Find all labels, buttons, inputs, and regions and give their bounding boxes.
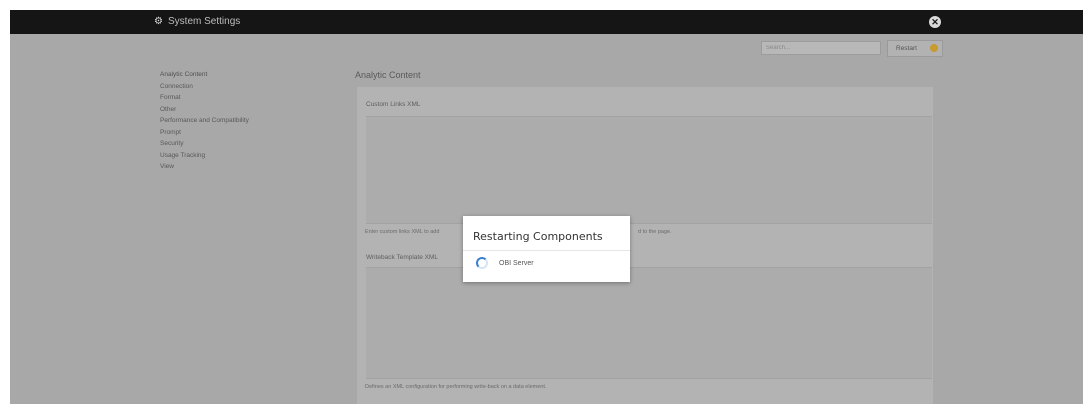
restart-status-icon [930, 44, 938, 52]
close-icon[interactable]: ✕ [929, 16, 941, 28]
writeback-template-help: Defines an XML configuration for perform… [365, 384, 547, 390]
sidebar-item-view[interactable]: View [160, 161, 249, 173]
app-window: ⚙ System Settings ✕ Restart Analytic Con… [10, 10, 1083, 404]
sidebar-item-performance[interactable]: Performance and Compatibility [160, 115, 249, 127]
writeback-template-xml-field[interactable] [366, 267, 932, 379]
component-status-label: OBI Server [499, 260, 534, 267]
dialog-divider [463, 250, 630, 251]
restart-button[interactable]: Restart [887, 40, 943, 57]
settings-sidebar: Analytic Content Connection Format Other… [160, 69, 249, 173]
sidebar-item-format[interactable]: Format [160, 92, 249, 104]
section-title: Analytic Content [355, 70, 421, 80]
sidebar-item-analytic-content[interactable]: Analytic Content [160, 69, 249, 81]
custom-links-help: Enter custom links XML to add [365, 229, 440, 235]
custom-links-label: Custom Links XML [366, 101, 421, 108]
sidebar-item-prompt[interactable]: Prompt [160, 127, 249, 139]
search-input[interactable] [761, 41, 881, 55]
sidebar-item-security[interactable]: Security [160, 138, 249, 150]
sidebar-item-connection[interactable]: Connection [160, 81, 249, 93]
sidebar-item-usage-tracking[interactable]: Usage Tracking [160, 150, 249, 162]
dialog-title: Restarting Components [473, 230, 603, 243]
restart-button-label: Restart [896, 45, 917, 52]
loading-spinner-icon [476, 257, 488, 269]
custom-links-help-tail: d to the page. [638, 229, 672, 235]
restarting-components-dialog: Restarting Components OBI Server [463, 216, 630, 282]
sidebar-item-other[interactable]: Other [160, 104, 249, 116]
title-bar: ⚙ System Settings ✕ [10, 10, 1083, 34]
settings-panel: Custom Links XML Enter custom links XML … [357, 87, 933, 404]
writeback-template-label: Writeback Template XML [366, 254, 439, 261]
app-title: System Settings [168, 16, 241, 27]
custom-links-xml-field[interactable] [366, 116, 932, 224]
settings-gears-icon: ⚙ [154, 16, 163, 27]
